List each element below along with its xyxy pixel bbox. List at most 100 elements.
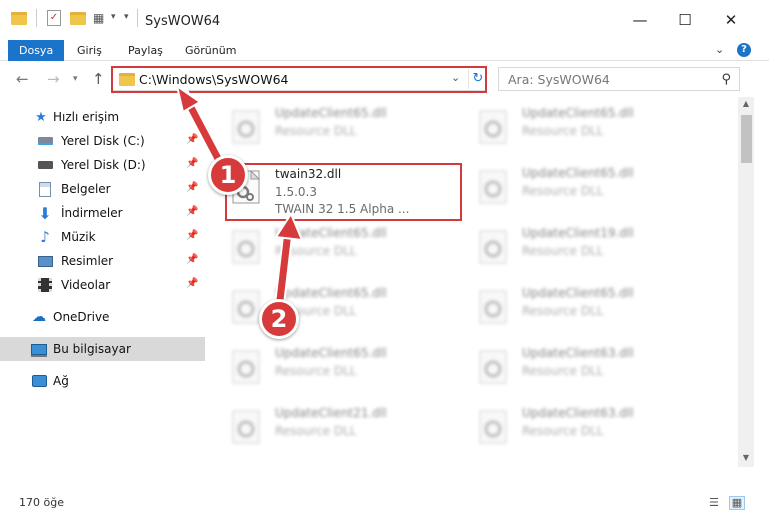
file-name: UpdateClient21.dll	[275, 406, 387, 420]
file-type: Resource DLL	[522, 244, 604, 258]
videos-icon	[37, 277, 53, 293]
drive-icon	[37, 157, 53, 173]
file-type: Resource DLL	[522, 304, 604, 318]
sidebar-item-network[interactable]: Ağ	[0, 369, 205, 393]
pin-icon[interactable]: 📌	[186, 182, 198, 193]
search-icon: ⚲	[721, 72, 731, 87]
file-name: UpdateClient65.dll	[522, 106, 634, 120]
minimize-button[interactable]: —	[617, 0, 663, 40]
file-type: Resource DLL	[275, 244, 357, 258]
sidebar-item-downloads[interactable]: ⬇ İndirmeler 📌	[0, 201, 205, 225]
back-icon[interactable]: ←	[16, 70, 29, 88]
vertical-scrollbar[interactable]: ▲ ▼	[738, 97, 754, 467]
new-folder-icon[interactable]	[70, 12, 86, 25]
sidebar-item-label: Müzik	[61, 230, 96, 244]
sidebar-item-videos[interactable]: Videolar 📌	[0, 273, 205, 297]
sidebar-item-label: Videolar	[61, 278, 111, 292]
pin-icon[interactable]: 📌	[186, 278, 198, 289]
sidebar-item-this-pc[interactable]: Bu bilgisayar	[0, 337, 205, 361]
pin-icon[interactable]: 📌	[186, 134, 198, 145]
scroll-down-icon[interactable]: ▼	[738, 451, 754, 465]
list-item[interactable]: UpdateClient65.dll Resource DLL	[452, 97, 682, 155]
sidebar-item-label: Ağ	[53, 374, 69, 388]
sidebar-item-disk-d[interactable]: Yerel Disk (D:) 📌	[0, 153, 205, 177]
sidebar-item-pictures[interactable]: Resimler 📌	[0, 249, 205, 273]
file-name: UpdateClient65.dll	[275, 346, 387, 360]
list-item[interactable]: UpdateClient63.dll Resource DLL	[452, 397, 682, 455]
list-item[interactable]: UpdateClient65.dll Resource DLL	[205, 217, 435, 275]
tab-home[interactable]: Giriş	[69, 40, 110, 61]
sidebar-item-label: Yerel Disk (D:)	[61, 158, 146, 172]
file-name: UpdateClient65.dll	[522, 286, 634, 300]
chevron-down-icon[interactable]: ▾	[111, 12, 116, 22]
dll-file-icon	[479, 290, 507, 324]
properties-icon[interactable]: ✓	[47, 10, 61, 26]
step-badge-2: 2	[259, 299, 299, 339]
tiles-view-icon[interactable]: ▦	[729, 496, 745, 510]
list-item[interactable]: UpdateClient65.dll Resource DLL	[452, 157, 682, 215]
scroll-thumb[interactable]	[741, 115, 752, 163]
sidebar-item-quick-access[interactable]: ★ Hızlı erişim	[0, 105, 205, 129]
scroll-up-icon[interactable]: ▲	[738, 97, 754, 111]
file-name: UpdateClient63.dll	[522, 406, 634, 420]
ribbon-tabs: Dosya Giriş Paylaş Görünüm ⌄ ?	[0, 40, 769, 61]
dll-file-icon	[232, 110, 260, 144]
file-name: UpdateClient65.dll	[275, 106, 387, 120]
divider	[36, 9, 37, 27]
step-badge-1: 1	[208, 155, 248, 195]
file-type: Resource DLL	[275, 364, 357, 378]
item-count: 170 öğe	[19, 496, 64, 509]
pin-icon[interactable]: 📌	[186, 230, 198, 241]
list-item[interactable]: UpdateClient65.dll Resource DLL	[205, 97, 435, 155]
expand-ribbon-icon[interactable]: ⌄	[715, 43, 724, 56]
file-type: Resource DLL	[275, 124, 357, 138]
dll-file-icon	[232, 350, 260, 384]
list-item[interactable]: UpdateClient21.dll Resource DLL	[205, 397, 435, 455]
dll-file-icon	[232, 230, 260, 264]
file-type: Resource DLL	[522, 364, 604, 378]
tab-share[interactable]: Paylaş	[120, 40, 171, 61]
pin-icon[interactable]: 📌	[186, 254, 198, 265]
pin-icon[interactable]: 📌	[186, 206, 198, 217]
maximize-button[interactable]: ☐	[662, 0, 708, 40]
search-input[interactable]: Ara: SysWOW64 ⚲	[498, 67, 740, 91]
file-type: Resource DLL	[522, 424, 604, 438]
up-icon[interactable]: ↑	[92, 70, 105, 88]
list-item[interactable]: UpdateClient65.dll Resource DLL	[205, 277, 435, 335]
close-button[interactable]: ✕	[708, 0, 754, 40]
list-item[interactable]: UpdateClient65.dll Resource DLL	[452, 277, 682, 335]
quick-access-dropdown-icon[interactable]: ▾	[124, 12, 129, 22]
dll-file-icon	[479, 350, 507, 384]
sidebar-item-music[interactable]: ♪ Müzik 📌	[0, 225, 205, 249]
computer-icon	[31, 341, 47, 357]
dll-file-icon	[479, 170, 507, 204]
pictures-icon	[37, 253, 53, 269]
navigation-bar: ← → ▾ ↑ C:\Windows\SysWOW64 ⌄ ↻ Ara: Sys…	[0, 61, 769, 97]
list-item[interactable]: UpdateClient65.dll Resource DLL	[205, 337, 435, 395]
list-item[interactable]: UpdateClient19.dll Resource DLL	[452, 217, 682, 275]
sidebar-item-onedrive[interactable]: ☁ OneDrive	[0, 305, 205, 329]
recent-locations-icon[interactable]: ▾	[73, 74, 78, 84]
sidebar-item-label: Yerel Disk (C:)	[61, 134, 145, 148]
window-title: SysWOW64	[145, 14, 221, 29]
file-name: UpdateClient19.dll	[522, 226, 634, 240]
list-item[interactable]: UpdateClient63.dll Resource DLL	[452, 337, 682, 395]
file-type: Resource DLL	[275, 424, 357, 438]
sidebar-item-disk-c[interactable]: Yerel Disk (C:) 📌	[0, 129, 205, 153]
folder-icon	[11, 12, 27, 25]
forward-icon[interactable]: →	[47, 70, 60, 88]
help-icon[interactable]: ?	[737, 43, 751, 57]
tab-view[interactable]: Görünüm	[177, 40, 244, 61]
pin-icon[interactable]: 📌	[186, 158, 198, 169]
sidebar-item-label: Belgeler	[61, 182, 111, 196]
file-type: Resource DLL	[522, 124, 604, 138]
file-type: Resource DLL	[522, 184, 604, 198]
title-bar: ✓ ▦ ▾ ▾ SysWOW64 — ☐ ✕	[0, 0, 769, 40]
tab-file[interactable]: Dosya	[8, 40, 65, 61]
sidebar-item-label: İndirmeler	[61, 206, 123, 220]
details-view-icon[interactable]: ☰	[709, 496, 725, 510]
sidebar-item-documents[interactable]: Belgeler 📌	[0, 177, 205, 201]
downloads-icon: ⬇	[38, 203, 52, 223]
customize-toolbar-icon[interactable]: ▦	[93, 11, 104, 25]
status-bar: 170 öğe ☰ ▦	[0, 490, 769, 530]
